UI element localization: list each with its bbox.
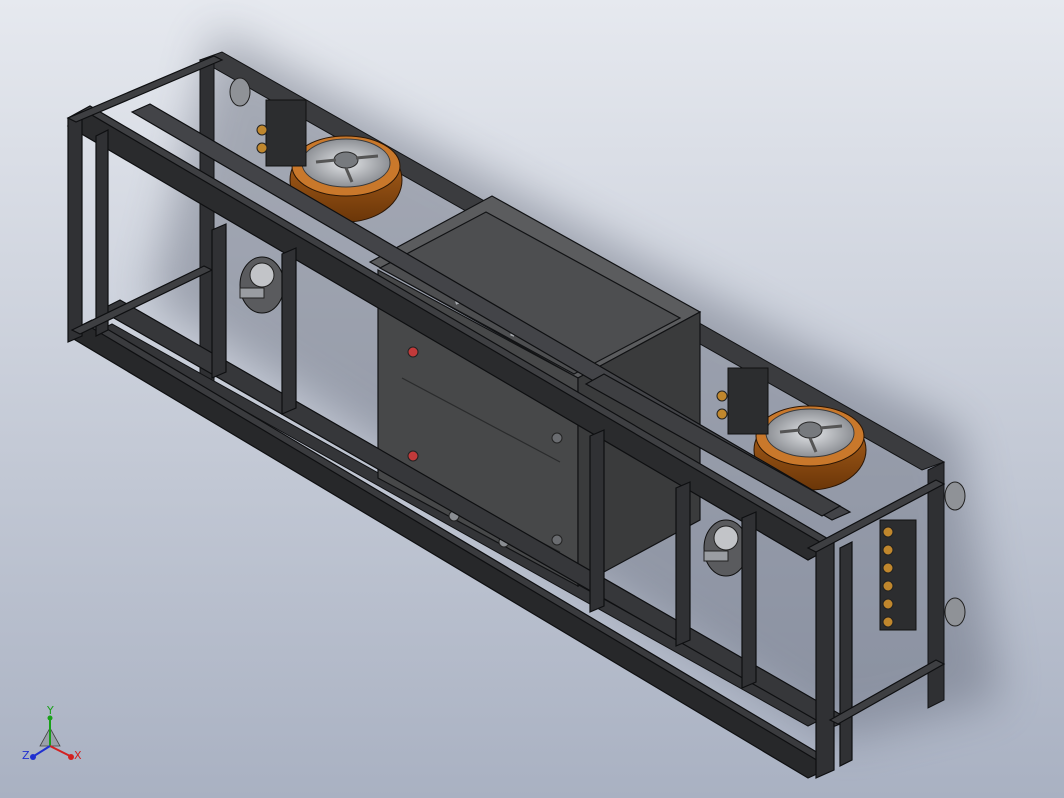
x-axis-label: X	[74, 749, 82, 762]
y-axis-label: Y	[47, 704, 54, 717]
z-axis-label: Z	[22, 749, 30, 762]
motor-left	[239, 256, 285, 314]
view-orientation-triad[interactable]: Y X Z	[18, 700, 88, 770]
z-axis-tip	[30, 754, 36, 760]
z-axis-line	[33, 745, 51, 757]
model-scene[interactable]	[0, 0, 1064, 798]
graphics-viewport[interactable]: Y X Z	[0, 0, 1064, 798]
x-axis-line	[49, 745, 71, 757]
